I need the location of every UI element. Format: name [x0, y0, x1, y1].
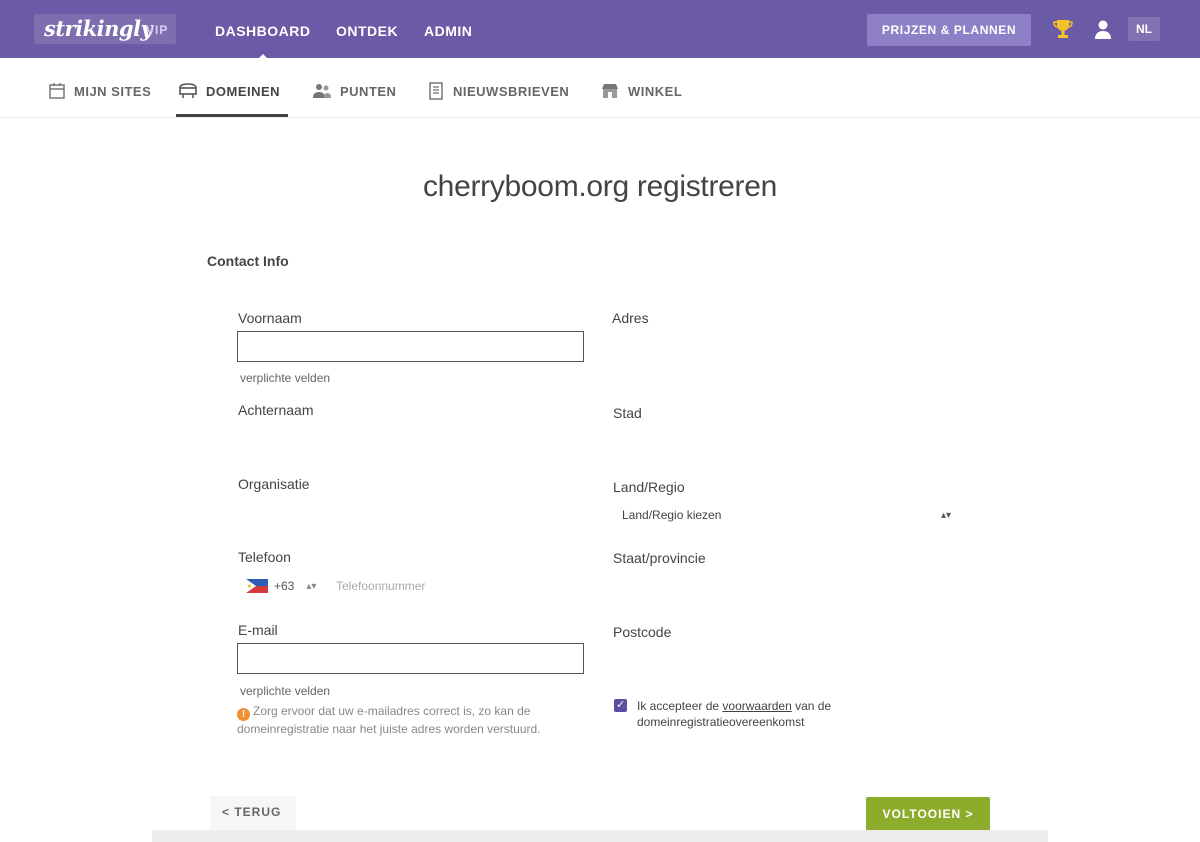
newsletter-icon	[429, 82, 443, 100]
nav-admin[interactable]: ADMIN	[424, 23, 472, 39]
subnav-newsletters[interactable]: NIEUWSBRIEVEN	[427, 81, 569, 101]
strikingly-logo[interactable]: strikingly	[44, 16, 153, 41]
chevron-updown-icon: ▴▾	[940, 509, 951, 521]
terms-text: Ik accepteer de	[637, 699, 720, 713]
terms-link[interactable]: voorwaarden	[722, 699, 791, 713]
phone-number-input[interactable]: Telefoonnummer	[336, 579, 425, 593]
subnav-label: DOMEINEN	[206, 83, 281, 99]
subnav-label: WINKEL	[628, 83, 683, 99]
city-label: Stad	[613, 405, 642, 421]
first-name-label: Voornaam	[238, 310, 302, 326]
terms-text-container: Ik accepteer de voorwaarden van de domei…	[637, 698, 894, 730]
complete-button[interactable]: VOLTOOIEN >	[866, 797, 990, 831]
subnav-my-sites[interactable]: MIJN SITES	[48, 81, 151, 101]
postcode-label: Postcode	[613, 624, 672, 640]
bottom-strip	[152, 830, 1048, 842]
store-icon	[602, 84, 618, 98]
state-label: Staat/provincie	[613, 550, 706, 566]
email-info-note: ! Zorg ervoor dat uw e-mailadres correct …	[237, 703, 577, 738]
phone-country-code: +63	[274, 579, 295, 593]
warning-icon: !	[237, 708, 250, 721]
calendar-icon	[49, 83, 65, 99]
terms-agreement: Ik accepteer de voorwaarden van de domei…	[614, 697, 894, 730]
subnav-label: MIJN SITES	[74, 83, 152, 99]
last-name-label: Achternaam	[238, 402, 314, 418]
address-label: Adres	[612, 310, 649, 326]
email-input[interactable]	[237, 643, 584, 674]
phone-label: Telefoon	[238, 549, 291, 565]
subnav-store[interactable]: WINKEL	[600, 81, 682, 101]
subnav-label: NIEUWSBRIEVEN	[453, 83, 570, 99]
subnav-label: PUNTEN	[340, 83, 397, 99]
email-info-text: Zorg ervoor dat uw e-mailadres correct i…	[237, 704, 541, 736]
vip-badge: VIP	[146, 23, 169, 37]
trophy-icon[interactable]	[1053, 18, 1073, 40]
top-navigation-bar: strikingly VIP DASHBOARD ONTDEK ADMIN PR…	[0, 0, 1200, 61]
country-select-value: Land/Regio kiezen	[622, 508, 722, 522]
subnav-points[interactable]: PUNTEN	[312, 81, 396, 101]
back-button[interactable]: < TERUG	[222, 805, 281, 819]
country-select[interactable]: Land/Regio kiezen ▴▾	[614, 504, 959, 526]
organization-label: Organisatie	[238, 476, 310, 492]
email-label: E-mail	[238, 622, 278, 638]
required-fields-note: verplichte velden	[240, 371, 331, 385]
first-name-input[interactable]	[237, 331, 584, 362]
user-icon[interactable]	[1093, 18, 1113, 40]
page-title: cherryboom.org registreren	[422, 170, 778, 203]
nav-dashboard[interactable]: DASHBOARD	[215, 23, 311, 61]
required-fields-note: verplichte velden	[240, 684, 331, 698]
country-label: Land/Regio	[613, 479, 685, 495]
nav-ontdek[interactable]: ONTDEK	[336, 23, 398, 39]
people-icon	[313, 84, 331, 98]
phone-country-selector[interactable]: +63 ▴▾	[246, 576, 316, 596]
language-selector[interactable]: NL	[1128, 17, 1160, 41]
philippines-flag-icon	[246, 579, 268, 593]
sub-navigation: MIJN SITES DOMEINEN PUNTEN NIEUWSBRIEVEN	[0, 58, 1200, 118]
terms-checkbox[interactable]	[614, 697, 627, 713]
active-tab-underline	[176, 114, 288, 117]
subnav-domains[interactable]: DOMEINEN	[178, 81, 280, 101]
chevron-updown-icon: ▴▾	[306, 580, 317, 592]
plans-pricing-button[interactable]: PRIJZEN & PLANNEN	[867, 14, 1031, 46]
section-title-contact-info: Contact Info	[207, 253, 289, 269]
domain-icon	[179, 83, 197, 98]
